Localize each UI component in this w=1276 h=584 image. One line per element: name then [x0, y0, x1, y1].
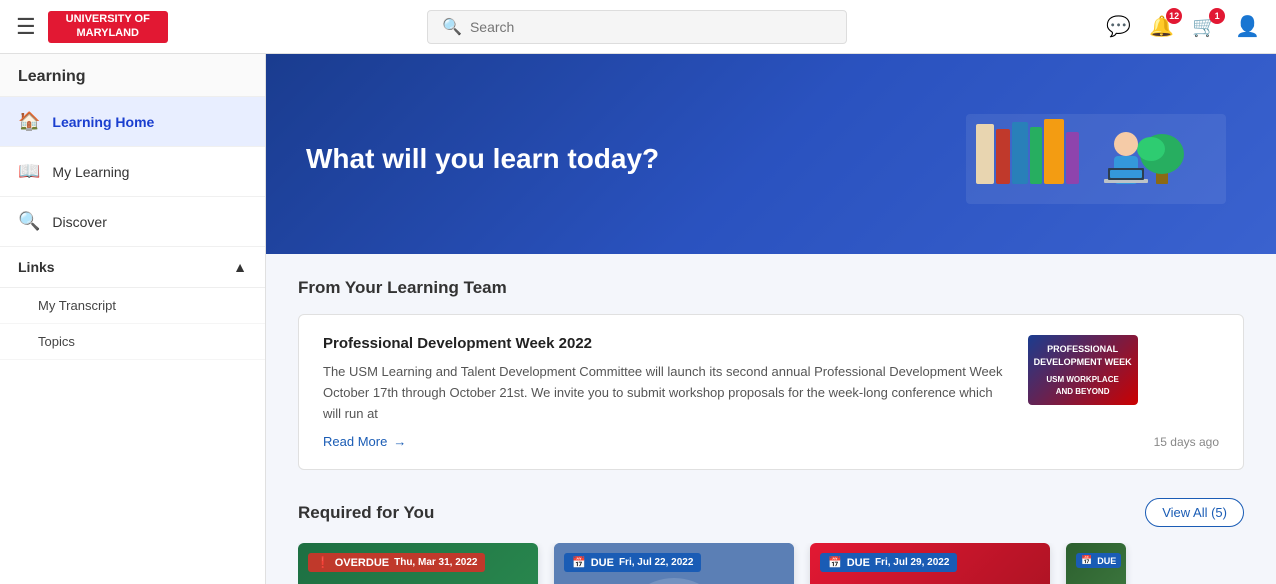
due-badge-2: 📅 DUE Fri, Jul 29, 2022 — [820, 553, 957, 572]
read-more-label: Read More — [323, 434, 387, 449]
cart-icon[interactable]: 🛒 1 — [1192, 14, 1217, 39]
overdue-badge: ❗ OVERDUE Thu, Mar 31, 2022 — [308, 553, 485, 572]
links-label: Links — [18, 259, 55, 275]
course-cards-row: ❗ OVERDUE Thu, Mar 31, 2022 X 📅 DUE Fri,… — [298, 543, 1244, 584]
badge-label-2: DUE — [847, 557, 870, 569]
book-icon: 📖 — [18, 161, 40, 182]
maryland-flag: M — [908, 580, 951, 584]
announcement-timestamp: 15 days ago — [1154, 435, 1219, 449]
announcement-title: Professional Development Week 2022 — [323, 335, 1012, 352]
search-bar[interactable]: 🔍 — [427, 10, 847, 44]
calendar-icon-1: 📅 — [572, 556, 586, 569]
topbar-right: 💬 🔔 12 🛒 1 👤 — [1106, 14, 1260, 39]
sidebar-item-discover[interactable]: 🔍 Discover — [0, 197, 265, 247]
view-all-button[interactable]: View All (5) — [1145, 498, 1244, 527]
calendar-icon-2: 📅 — [828, 556, 842, 569]
badge-date-0: Thu, Mar 31, 2022 — [394, 557, 477, 568]
due-badge-1: 📅 DUE Fri, Jul 22, 2022 — [564, 553, 701, 572]
page-content: From Your Learning Team Professional Dev… — [266, 254, 1276, 584]
notification-badge: 12 — [1166, 8, 1182, 24]
hero-heading: What will you learn today? — [306, 143, 659, 175]
discover-icon: 🔍 — [18, 211, 40, 232]
announcement-body: Professional Development Week 2022 The U… — [323, 335, 1012, 449]
notifications-icon[interactable]: 🔔 12 — [1149, 14, 1174, 39]
course-card-3[interactable]: 📅 DUE — [1066, 543, 1126, 584]
badge-label-0: OVERDUE — [335, 557, 389, 569]
menu-icon[interactable]: ☰ — [16, 14, 36, 40]
chevron-up-icon: ▲ — [233, 259, 247, 275]
hero-text: What will you learn today? — [306, 143, 659, 175]
arrow-right-icon: → — [393, 434, 406, 449]
messages-icon-symbol: 💬 — [1106, 16, 1131, 38]
main-layout: Learning 🏠 Learning Home 📖 My Learning 🔍… — [0, 54, 1276, 584]
course-card-2[interactable]: 📅 DUE Fri, Jul 29, 2022 M — [810, 543, 1050, 584]
sidebar-item-learning-home[interactable]: 🏠 Learning Home — [0, 97, 265, 147]
badge-label-1: DUE — [591, 557, 614, 569]
hero-illustration — [956, 94, 1236, 224]
exclamation-icon: ❗ — [316, 556, 330, 569]
sidebar-item-topics[interactable]: Topics — [0, 324, 265, 360]
sidebar-label-discover: Discover — [52, 214, 106, 230]
search-input[interactable] — [470, 19, 832, 35]
sidebar-section-header: Learning — [0, 54, 265, 97]
hero-section: What will you learn today? — [266, 54, 1276, 254]
topbar-left: ☰ UNIVERSITY OF MARYLAND — [16, 11, 168, 43]
announcement-card: Professional Development Week 2022 The U… — [298, 314, 1244, 470]
badge-label-3: DUE — [1097, 556, 1116, 566]
topbar: ☰ UNIVERSITY OF MARYLAND 🔍 💬 🔔 12 🛒 1 👤 — [0, 0, 1276, 54]
sidebar-label-topics: Topics — [38, 334, 75, 349]
required-section-title: Required for You — [298, 503, 434, 523]
announcement-logo-text: PROFESSIONAL DEVELOPMENT WEEK USM WORKPL… — [1034, 343, 1132, 397]
badge-date-2: Fri, Jul 29, 2022 — [875, 557, 950, 568]
messages-icon[interactable]: 💬 — [1106, 14, 1131, 39]
course-card-1[interactable]: 📅 DUE Fri, Jul 22, 2022 — [554, 543, 794, 584]
course-card-excel[interactable]: ❗ OVERDUE Thu, Mar 31, 2022 X — [298, 543, 538, 584]
links-header[interactable]: Links ▲ — [0, 247, 265, 288]
home-icon: 🏠 — [18, 111, 40, 132]
badge-date-1: Fri, Jul 22, 2022 — [619, 557, 694, 568]
logo[interactable]: UNIVERSITY OF MARYLAND — [48, 11, 168, 43]
due-badge-3: 📅 DUE — [1076, 553, 1121, 568]
announcement-text: The USM Learning and Talent Development … — [323, 362, 1012, 424]
search-icon: 🔍 — [442, 17, 462, 37]
logo-text: UNIVERSITY OF MARYLAND — [48, 13, 168, 39]
announcement-section-title: From Your Learning Team — [298, 278, 1244, 298]
logo-image: UNIVERSITY OF MARYLAND — [48, 11, 168, 43]
read-more-link[interactable]: Read More → — [323, 434, 1012, 449]
sidebar-label-learning-home: Learning Home — [52, 114, 154, 130]
sidebar-item-my-transcript[interactable]: My Transcript — [0, 288, 265, 324]
cart-badge: 1 — [1209, 8, 1225, 24]
sidebar-label-transcript: My Transcript — [38, 298, 116, 313]
main-content: What will you learn today? — [266, 54, 1276, 584]
calendar-icon-3: 📅 — [1081, 555, 1092, 566]
sidebar-label-my-learning: My Learning — [52, 164, 129, 180]
user-icon: 👤 — [1235, 16, 1260, 38]
required-header: Required for You View All (5) — [298, 498, 1244, 527]
profile-icon[interactable]: 👤 — [1235, 14, 1260, 39]
announcement-logo: PROFESSIONAL DEVELOPMENT WEEK USM WORKPL… — [1028, 335, 1138, 405]
sidebar: Learning 🏠 Learning Home 📖 My Learning 🔍… — [0, 54, 266, 584]
sidebar-item-my-learning[interactable]: 📖 My Learning — [0, 147, 265, 197]
